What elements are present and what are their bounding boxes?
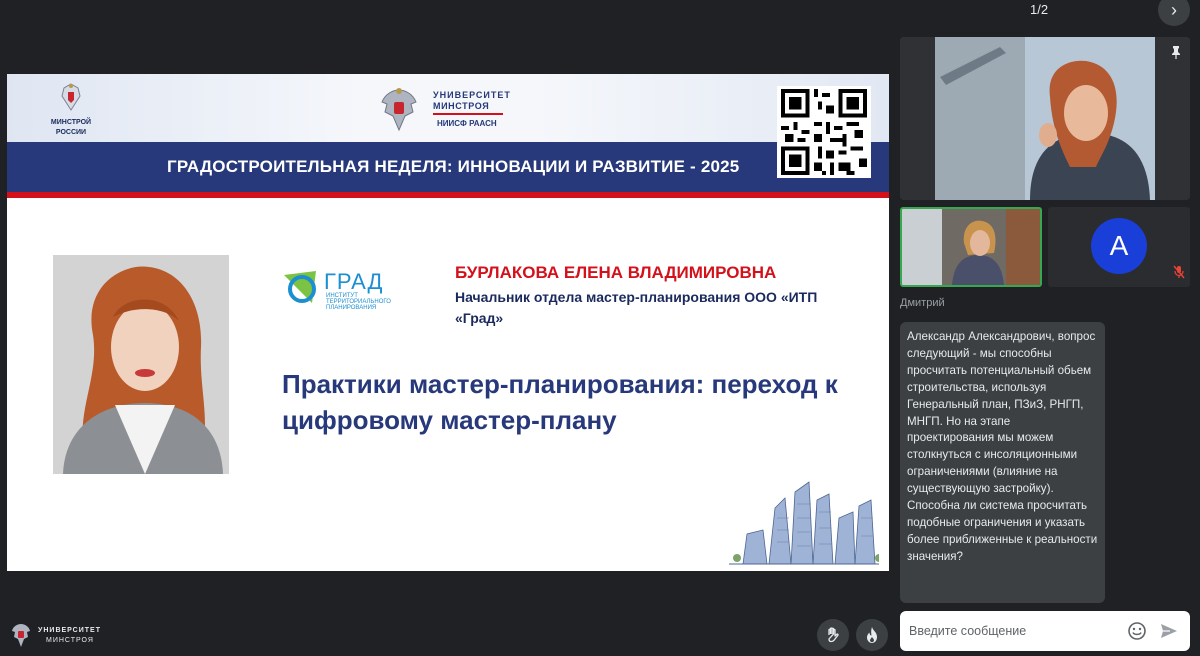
conference-window: 1/2 › ГРАДОСТРОИТЕЛЬНАЯ НЕДЕЛЯ: ИННОВАЦИ… bbox=[0, 0, 1200, 656]
speaker-role: Начальник отдела мастер-планирования ООО… bbox=[455, 289, 818, 326]
eagle-emblem-icon bbox=[381, 88, 417, 132]
chat-message: Александр Александрович, вопрос следующи… bbox=[900, 322, 1105, 603]
coat-of-arms-icon bbox=[61, 83, 81, 111]
university-logo-bar bbox=[433, 113, 503, 115]
minstroy-logo-line1: МИНСТРОЙ bbox=[50, 119, 92, 126]
participant-video-thumbnail[interactable] bbox=[900, 207, 1042, 287]
grad-logo-subtitle: ИНСТИТУТ ТЕРРИТОРИАЛЬНОГО ПЛАНИРОВАНИЯ bbox=[326, 293, 391, 311]
grad-logo-mark-icon bbox=[284, 271, 316, 303]
speaker-photo bbox=[53, 255, 229, 474]
avatar: A bbox=[1091, 218, 1147, 274]
emoji-icon[interactable] bbox=[1127, 621, 1147, 641]
participant-video-main[interactable] bbox=[900, 37, 1190, 200]
reactions-button[interactable] bbox=[856, 619, 888, 651]
chat-input-bar bbox=[900, 611, 1190, 651]
talk-title: Практики мастер-планирования: переход к … bbox=[282, 369, 838, 435]
presentation-slide: ГРАДОСТРОИТЕЛЬНАЯ НЕДЕЛЯ: ИННОВАЦИИ И РА… bbox=[7, 74, 889, 571]
minstroy-logo: МИНСТРОЙ РОССИИ bbox=[43, 82, 99, 137]
participant-tile-avatar[interactable]: A bbox=[1048, 207, 1190, 287]
grad-logo-word: ГРАД bbox=[324, 269, 384, 294]
event-title: ГРАДОСТРОИТЕЛЬНАЯ НЕДЕЛЯ: ИННОВАЦИИ И РА… bbox=[167, 157, 740, 176]
minstroy-logo-line2: РОССИИ bbox=[55, 129, 87, 136]
eagle-emblem-icon bbox=[12, 624, 30, 647]
footer-logo-line2: МИНСТРОЯ bbox=[46, 637, 94, 644]
university-logo: УНИВЕРСИТЕТ МИНСТРОЯ НИИСФ РААСН bbox=[379, 86, 519, 136]
fire-icon bbox=[867, 627, 877, 643]
chat-sender-name: Дмитрий bbox=[900, 297, 945, 309]
send-icon[interactable] bbox=[1159, 621, 1179, 641]
university-logo-line2: МИНСТРОЯ bbox=[433, 101, 490, 111]
slide-divider bbox=[7, 192, 889, 198]
qr-code bbox=[777, 86, 871, 178]
pin-icon[interactable] bbox=[1166, 42, 1186, 62]
university-logo-line3: НИИСФ РААСН bbox=[437, 119, 497, 128]
buildings-illustration bbox=[729, 481, 879, 565]
next-page-button[interactable]: › bbox=[1158, 0, 1190, 26]
chat-message-input[interactable] bbox=[900, 611, 1120, 651]
hand-icon bbox=[828, 627, 839, 643]
page-counter: 1/2 bbox=[1030, 2, 1049, 17]
footer-logo-line1: УНИВЕРСИТЕТ bbox=[38, 627, 101, 634]
speaker-name: БУРЛАКОВА ЕЛЕНА ВЛАДИМИРОВНА bbox=[455, 263, 777, 282]
chevron-right-icon: › bbox=[1171, 0, 1177, 20]
raise-hand-button[interactable] bbox=[817, 619, 849, 651]
university-logo-line1: УНИВЕРСИТЕТ bbox=[433, 90, 511, 100]
footer-university-logo: УНИВЕРСИТЕТ МИНСТРОЯ bbox=[10, 622, 110, 650]
grad-institute-logo: ГРАД ИНСТИТУТ ТЕРРИТОРИАЛЬНОГО ПЛАНИРОВА… bbox=[282, 269, 402, 311]
mic-off-icon bbox=[1173, 265, 1185, 279]
